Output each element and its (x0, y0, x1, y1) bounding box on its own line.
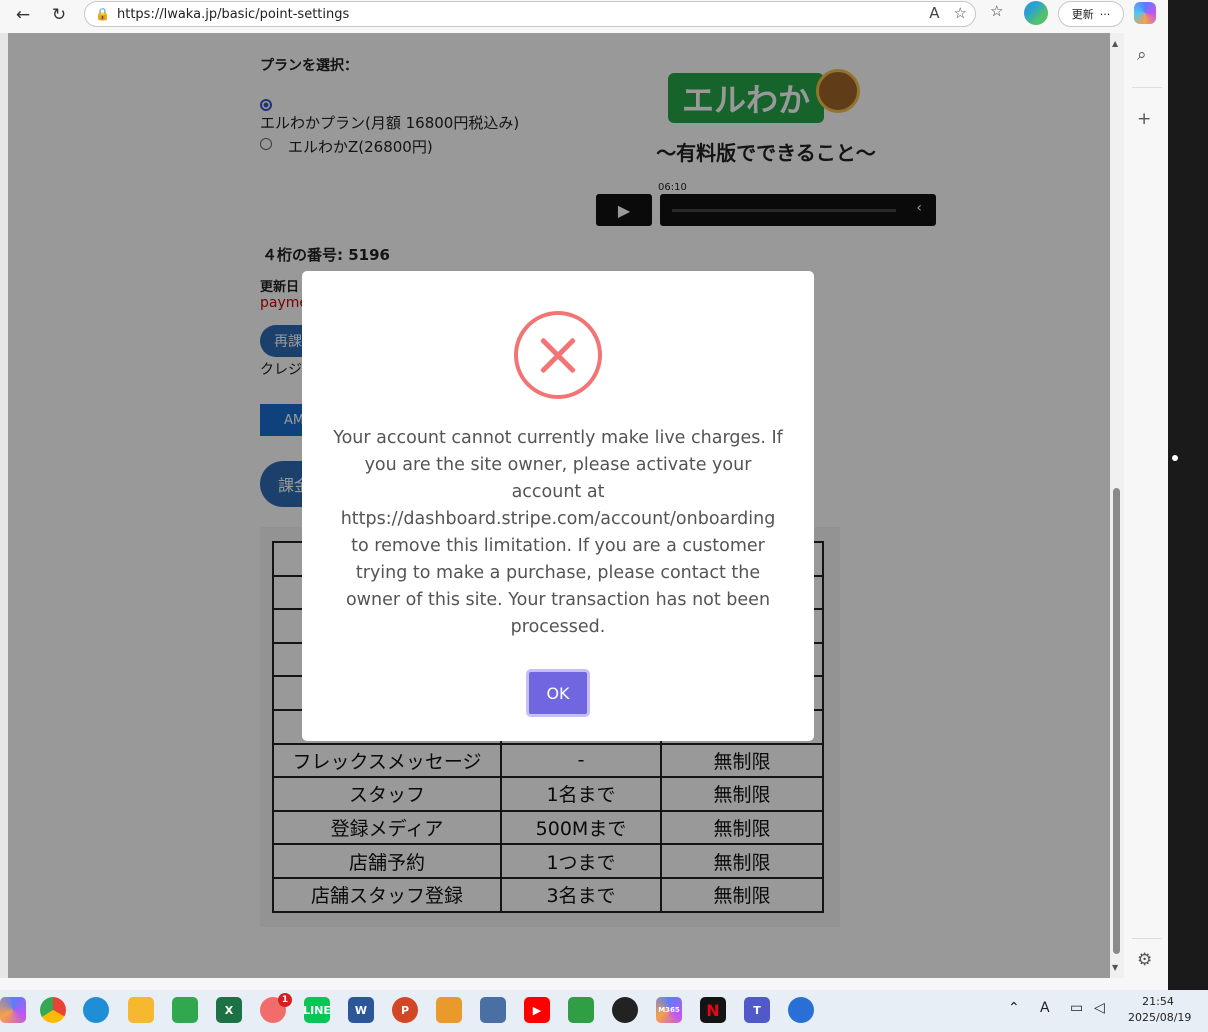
system-clock[interactable]: 21:54 2025/08/19 (1128, 994, 1192, 1026)
scroll-down-icon[interactable]: ▼ (1112, 963, 1118, 972)
vertical-scrollbar[interactable]: ▲ ▼ (1110, 33, 1124, 978)
app-orange-icon[interactable] (436, 997, 462, 1023)
chrome-icon[interactable] (40, 997, 66, 1023)
profile-avatar[interactable] (1024, 1, 1048, 25)
copilot-icon[interactable] (1134, 2, 1156, 24)
word-icon[interactable]: W (348, 997, 374, 1023)
youtube-icon[interactable]: ▶ (524, 997, 550, 1023)
read-aloud-icon[interactable]: A (929, 4, 939, 22)
clock-time: 21:54 (1142, 995, 1174, 1008)
error-x-icon (514, 311, 602, 399)
search-icon[interactable]: ⌕ (1137, 45, 1147, 65)
notification-badge: 1 (278, 993, 292, 1007)
clock-date: 2025/08/19 (1128, 1011, 1192, 1024)
sidebar-divider (1132, 87, 1162, 88)
more-icon[interactable]: ··· (1100, 8, 1111, 21)
volume-icon[interactable]: ◁ (1094, 1000, 1105, 1016)
m365-icon[interactable]: M365 (656, 997, 682, 1023)
background-star (1172, 455, 1178, 461)
excel-icon[interactable]: X (216, 997, 242, 1023)
edge-icon[interactable] (83, 997, 109, 1023)
lock-icon: 🔒 (95, 7, 110, 21)
scrollbar-thumb[interactable] (1113, 488, 1120, 954)
update-label: 更新 (1071, 8, 1094, 21)
network-icon[interactable]: ▭ (1070, 1000, 1083, 1016)
update-button[interactable]: 更新 ··· (1058, 1, 1124, 27)
back-icon[interactable]: ← (8, 2, 38, 28)
favorite-star-icon[interactable]: ☆ (954, 4, 967, 22)
netflix-icon[interactable]: N (700, 997, 726, 1023)
browser-toolbar: ← ↻ 🔒 https://lwaka.jp/basic/point-setti… (0, 0, 1168, 30)
url-text: https://lwaka.jp/basic/point-settings (117, 6, 350, 22)
calculator-icon[interactable] (480, 997, 506, 1023)
app-blue-icon[interactable] (788, 997, 814, 1023)
chevron-up-icon[interactable]: ⌃ (1008, 1000, 1020, 1016)
error-dialog: Your account cannot currently make live … (302, 271, 814, 741)
sidebar-divider (1132, 938, 1162, 939)
left-edge (0, 33, 8, 978)
file-explorer-icon[interactable] (128, 997, 154, 1023)
copilot-app-icon[interactable] (0, 997, 26, 1023)
browser-window: ← ↻ 🔒 https://lwaka.jp/basic/point-setti… (0, 0, 1168, 990)
page-viewport: プランを選択： エルわかプラン(月額 16800円税込み) エルわかZ(2680… (8, 33, 1110, 978)
error-message: Your account cannot currently make live … (333, 428, 783, 637)
edge-sidebar: ⌕ + ⚙ (1126, 33, 1168, 978)
app-character-icon[interactable] (568, 997, 594, 1023)
ime-icon[interactable]: A (1040, 1000, 1050, 1016)
app-green-icon[interactable] (172, 997, 198, 1023)
favorites-icon[interactable]: ☆ (990, 2, 1003, 20)
line-icon[interactable]: LINE (303, 997, 331, 1023)
windows-taskbar: X 1 LINE W P ▶ M365 N T ⌃ A ▭ ◁ 21:54 20… (0, 990, 1208, 1032)
powerpoint-icon[interactable]: P (392, 997, 418, 1023)
ok-button[interactable]: OK (526, 669, 590, 717)
settings-gear-icon[interactable]: ⚙ (1137, 950, 1152, 970)
address-bar[interactable]: 🔒 https://lwaka.jp/basic/point-settings … (84, 1, 976, 27)
app-pink-icon[interactable]: 1 (260, 993, 292, 1023)
teams-icon[interactable]: T (744, 997, 770, 1023)
scroll-up-icon[interactable]: ▲ (1112, 39, 1118, 48)
obs-icon[interactable] (612, 997, 638, 1023)
add-icon[interactable]: + (1137, 109, 1151, 129)
refresh-icon[interactable]: ↻ (44, 2, 74, 28)
